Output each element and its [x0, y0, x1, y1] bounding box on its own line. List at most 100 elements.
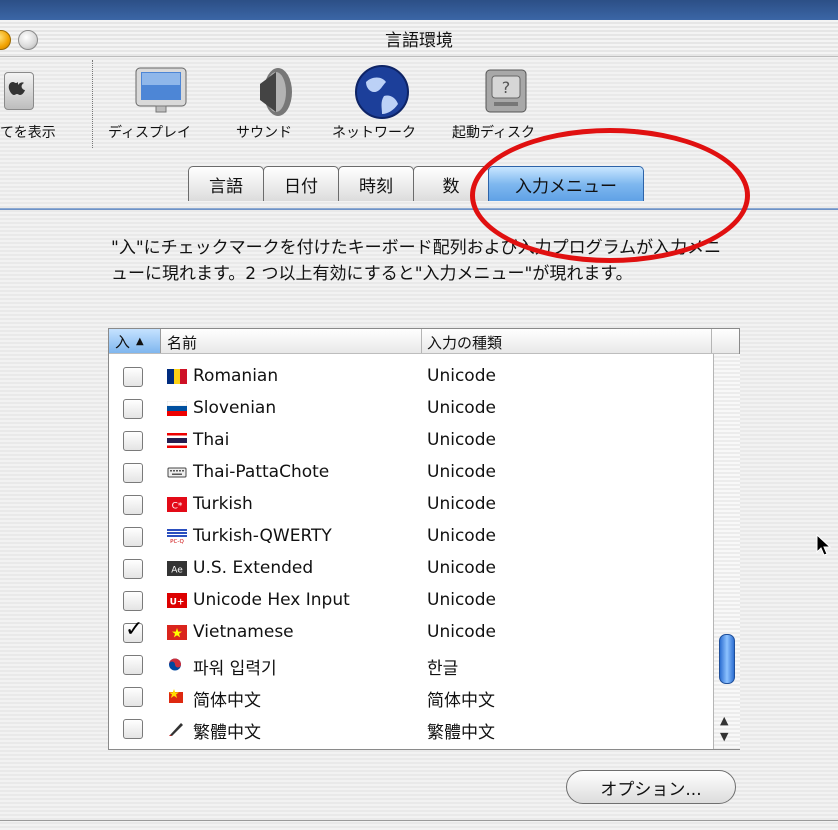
- simplified-chinese-icon: [169, 689, 183, 703]
- svg-text:PC-Q: PC-Q: [170, 539, 184, 544]
- row-type: 한글: [427, 659, 459, 679]
- row-type: Unicode: [427, 590, 496, 610]
- row-type: Unicode: [427, 462, 496, 482]
- romania-flag-icon: [167, 369, 187, 384]
- enable-checkbox[interactable]: [123, 591, 143, 611]
- enable-checkbox-checked[interactable]: ✓: [123, 617, 143, 643]
- speaker-icon: [254, 64, 298, 124]
- enable-checkbox[interactable]: [123, 463, 143, 483]
- enable-checkbox[interactable]: [123, 687, 143, 707]
- red-annotation-circle: [470, 128, 750, 263]
- column-header-name[interactable]: 名前: [167, 332, 197, 353]
- table-row[interactable]: 파워 입력기 한글: [109, 649, 713, 681]
- row-name: Unicode Hex Input: [193, 590, 350, 610]
- row-name: 파워 입력기: [193, 659, 277, 679]
- sort-ascending-icon: ▲: [136, 335, 144, 347]
- display-icon: [134, 66, 188, 120]
- globe-icon: [354, 64, 410, 124]
- row-name: 简体中文: [193, 691, 261, 711]
- toolbar-label-sound: サウンド: [236, 125, 292, 141]
- column-header-enabled[interactable]: 入 ▲: [109, 329, 161, 353]
- table-row[interactable]: U+ Unicode Hex Input Unicode: [109, 585, 713, 617]
- column-divider: [711, 329, 712, 353]
- enable-checkbox[interactable]: [123, 527, 143, 547]
- column-header-enabled-label: 入: [115, 332, 131, 351]
- row-name: U.S. Extended: [193, 558, 314, 578]
- vietnam-flag-icon: [167, 625, 187, 640]
- enable-checkbox[interactable]: [123, 367, 143, 387]
- row-name: Turkish-QWERTY: [193, 526, 332, 546]
- table-header: 入 ▲ 名前 入力の種類: [109, 329, 739, 354]
- table-row[interactable]: Slovenian Unicode: [109, 393, 713, 425]
- korean-input-icon: [169, 658, 181, 671]
- tab-language[interactable]: 言語: [188, 166, 264, 201]
- row-type: Unicode: [427, 430, 496, 450]
- enable-checkbox[interactable]: [123, 559, 143, 579]
- svg-text:Ae: Ae: [171, 566, 183, 576]
- table-row[interactable]: PC-Q Turkish-QWERTY Unicode: [109, 521, 713, 553]
- row-type: Unicode: [427, 622, 496, 642]
- toolbar-label-display: ディスプレイ: [108, 125, 192, 141]
- table-row[interactable]: Thai-PattaChote Unicode: [109, 457, 713, 489]
- tab-time[interactable]: 時刻: [338, 166, 414, 201]
- tab-date[interactable]: 日付: [263, 166, 339, 201]
- keyboard-icon: [167, 467, 187, 478]
- scroll-up-arrow-icon[interactable]: ▲: [720, 714, 728, 727]
- toolbar-label-network: ネットワーク: [332, 125, 416, 141]
- table-row[interactable]: 繁體中文 繁體中文: [109, 713, 713, 745]
- toolbar-item-show-all[interactable]: てを表示: [0, 56, 90, 156]
- svg-text:?: ?: [502, 78, 511, 97]
- options-button[interactable]: オプション...: [566, 770, 736, 804]
- row-type: Unicode: [427, 558, 496, 578]
- table-row[interactable]: C* Turkish Unicode: [109, 489, 713, 521]
- scrollbar-thumb[interactable]: [719, 634, 735, 684]
- toolbar-label-show-all: てを表示: [0, 125, 56, 141]
- hard-disk-icon: ?: [484, 68, 528, 118]
- enable-checkbox[interactable]: [123, 719, 143, 739]
- ae-icon: Ae: [167, 561, 187, 576]
- checkmark-icon: ✓: [125, 617, 144, 642]
- table-row[interactable]: Ae U.S. Extended Unicode: [109, 553, 713, 585]
- toolbar: てを表示 ディスプレイ サウンド ネットワーク ? 起動ディスク: [0, 56, 838, 156]
- slovenia-flag-icon: [167, 401, 187, 416]
- turkey-flag-icon: C*: [167, 497, 187, 512]
- enable-checkbox[interactable]: [123, 399, 143, 419]
- toolbar-item-network[interactable]: ネットワーク: [332, 56, 442, 156]
- row-name: Thai: [193, 430, 230, 450]
- thailand-flag-icon: [167, 433, 187, 448]
- top-accent-strip: [0, 0, 838, 20]
- enable-checkbox[interactable]: [123, 495, 143, 515]
- row-type: Unicode: [427, 398, 496, 418]
- row-name: Slovenian: [193, 398, 277, 418]
- toolbar-item-sound[interactable]: サウンド: [236, 56, 318, 156]
- turkey-qwerty-icon: PC-Q: [167, 529, 187, 544]
- input-source-table: 入 ▲ 名前 入力の種類 Romanian Unicode Slovenian …: [108, 328, 740, 750]
- scroll-down-arrow-icon[interactable]: ▼: [720, 730, 728, 743]
- table-row[interactable]: Thai Unicode: [109, 425, 713, 457]
- row-name: Turkish: [193, 494, 253, 514]
- column-header-type[interactable]: 入力の種類: [427, 332, 502, 353]
- table-row[interactable]: 简体中文 简体中文: [109, 681, 713, 713]
- enable-checkbox[interactable]: [123, 431, 143, 451]
- toolbar-label-startup-disk: 起動ディスク: [452, 125, 536, 141]
- svg-text:U+: U+: [170, 598, 185, 608]
- row-type: Unicode: [427, 526, 496, 546]
- apple-menu-icon: [4, 72, 34, 110]
- row-name: 繁體中文: [193, 723, 261, 743]
- row-type: Unicode: [427, 494, 496, 514]
- toolbar-item-display[interactable]: ディスプレイ: [108, 56, 208, 156]
- row-type: 简体中文: [427, 691, 495, 711]
- window-title: 言語環境: [385, 31, 453, 51]
- svg-text:C*: C*: [172, 502, 183, 512]
- enable-checkbox[interactable]: [123, 655, 143, 675]
- row-type: Unicode: [427, 366, 496, 386]
- unicode-hex-icon: U+: [167, 593, 187, 608]
- traditional-chinese-icon: [169, 723, 183, 736]
- row-name: Romanian: [193, 366, 279, 386]
- title-bar: 言語環境: [0, 20, 838, 57]
- table-row[interactable]: Romanian Unicode: [109, 361, 713, 393]
- table-row[interactable]: ✓ Vietnamese Unicode: [109, 617, 713, 649]
- row-name: Thai-PattaChote: [193, 462, 330, 482]
- row-name: Vietnamese: [193, 622, 294, 642]
- vertical-scrollbar[interactable]: ▲ ▼: [713, 354, 740, 749]
